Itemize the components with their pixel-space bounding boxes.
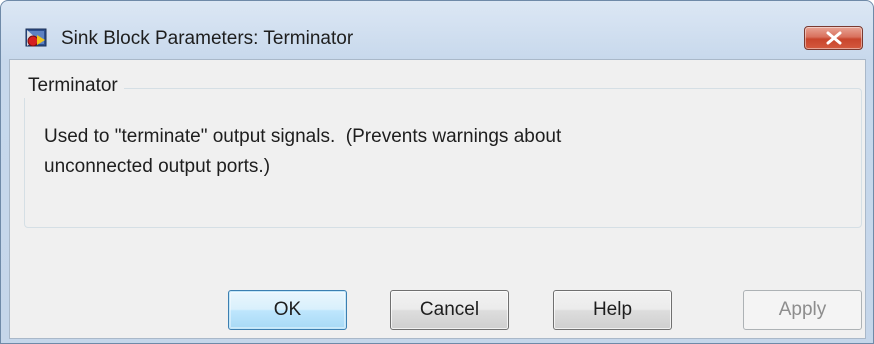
- description-line: unconnected output ports.): [44, 156, 271, 177]
- description-line: Used to "terminate" output signals. (Pre…: [44, 126, 562, 147]
- title-bar[interactable]: Sink Block Parameters: Terminator: [1, 1, 873, 55]
- dialog-client-area: Terminator Used to "terminate" output si…: [9, 59, 866, 339]
- help-button[interactable]: Help: [553, 290, 672, 330]
- groupbox-legend: Terminator: [24, 74, 124, 98]
- window-title: Sink Block Parameters: Terminator: [61, 28, 354, 49]
- close-button[interactable]: [804, 26, 863, 50]
- dialog-window: Sink Block Parameters: Terminator Termin…: [0, 0, 874, 344]
- cancel-button[interactable]: Cancel: [390, 290, 509, 330]
- close-icon: [825, 31, 843, 45]
- block-description: Used to "terminate" output signals. (Pre…: [44, 122, 844, 182]
- apply-button[interactable]: Apply: [743, 290, 862, 330]
- simulink-block-icon: [25, 27, 47, 49]
- ok-button[interactable]: OK: [228, 290, 347, 330]
